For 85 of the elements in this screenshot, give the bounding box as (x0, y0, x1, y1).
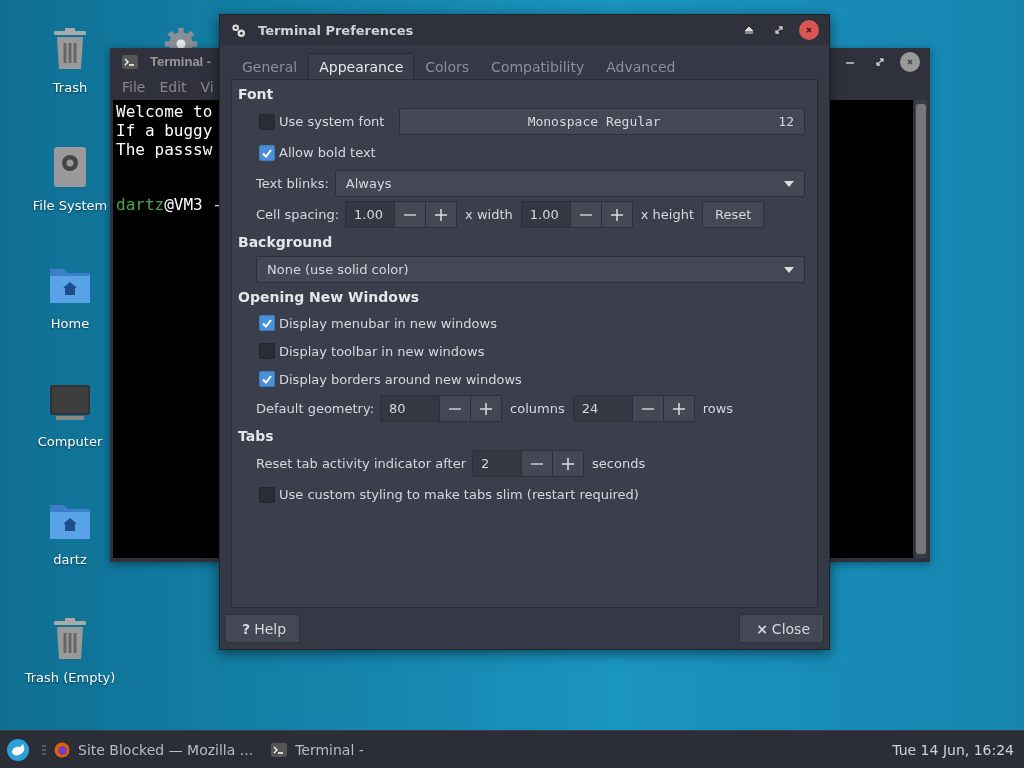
field-label: Cell spacing: (256, 207, 340, 222)
spin-button[interactable]: 80 (380, 395, 503, 422)
checkbox[interactable] (259, 315, 275, 331)
terminal-line: If a buggy (116, 121, 213, 140)
section-heading: Font (238, 85, 275, 104)
unit-label: x width (465, 207, 513, 222)
checkbox[interactable] (259, 486, 275, 503)
spin-button[interactable]: 24 (572, 395, 695, 422)
checkbox-label[interactable]: Allow bold text (279, 145, 376, 160)
spin-button[interactable]: 2 (472, 450, 585, 477)
plus-icon[interactable] (552, 451, 584, 476)
unit-label: seconds (592, 456, 646, 471)
checkbox-label[interactable]: Display borders around new windows (279, 371, 522, 387)
checkbox[interactable] (259, 343, 275, 359)
unit-label: rows (702, 401, 734, 416)
taskbar-button[interactable]: Site Blocked — Mozilla ... (54, 741, 254, 758)
checkbox[interactable] (259, 371, 275, 387)
tab[interactable]: General (231, 53, 309, 79)
menu-item[interactable]: Vi (200, 79, 214, 95)
field-label: Default geometry: (256, 401, 375, 416)
plus-icon[interactable] (662, 396, 694, 421)
reset-button[interactable]: Reset (702, 201, 765, 228)
unit-label: columns (510, 401, 565, 416)
eject-icon (744, 25, 754, 35)
desktop-icon-label[interactable]: dartz (53, 552, 87, 567)
checkbox[interactable] (259, 144, 275, 161)
menu-item[interactable]: Edit (159, 79, 187, 95)
maximize-icon (774, 25, 784, 35)
close-button[interactable] (799, 20, 819, 40)
spin-button[interactable]: 1.00 (520, 201, 633, 228)
terminal-icon (122, 54, 138, 69)
checkbox[interactable] (259, 113, 275, 130)
minus-icon[interactable] (521, 451, 553, 476)
close-button[interactable]: × Close (739, 614, 824, 643)
section-heading: Opening New Windows (238, 288, 421, 307)
tab[interactable]: Compatibility (480, 53, 596, 79)
tab[interactable]: Advanced (595, 53, 687, 79)
browser-icon (54, 741, 70, 758)
handle-icon (42, 743, 46, 756)
terminal-line: Welcome to (116, 102, 213, 121)
terminal-prompt: dartz@VM3 - (116, 195, 222, 214)
close-icon (804, 25, 814, 35)
help-button[interactable]: ? Help (225, 614, 301, 643)
section-heading: Background (238, 233, 334, 252)
checkbox-label[interactable]: Display toolbar in new windows (279, 343, 485, 359)
field-label: Text blinks: (256, 176, 329, 191)
scrollbar[interactable] (915, 100, 927, 558)
desktop-icon-label[interactable]: Trash (52, 80, 88, 95)
minus-icon[interactable] (631, 396, 663, 421)
tab[interactable]: Appearance (308, 53, 415, 79)
plus-icon[interactable] (425, 202, 457, 227)
checkbox-label[interactable]: Display menubar in new windows (279, 315, 497, 331)
dropdown[interactable]: Always (334, 170, 805, 197)
gears-icon (231, 22, 246, 38)
close-button[interactable] (900, 51, 920, 72)
plus-icon[interactable] (600, 202, 632, 227)
field-label: Reset tab activity indicator after (256, 456, 467, 471)
desktop-icon-label[interactable]: Trash (Empty) (24, 670, 116, 685)
spin-button[interactable]: 1.00 (345, 201, 458, 228)
caret-icon (784, 266, 794, 273)
caret-icon (784, 180, 794, 187)
desktop-icon-label[interactable]: Home (50, 316, 90, 331)
terminal-line: The passsw (116, 140, 213, 159)
desktop-icon-label[interactable]: File System (32, 198, 108, 213)
checkbox-label[interactable]: Use system font (279, 114, 385, 129)
font-button[interactable]: Monospace Regular 12 (399, 108, 805, 135)
unit-label: x height (640, 207, 694, 222)
window-title: Terminal - (150, 54, 212, 69)
checkbox-label[interactable]: Use custom styling to make tabs slim (restart required) (279, 487, 639, 502)
minus-icon[interactable] (394, 202, 426, 227)
terminal-icon (271, 742, 288, 757)
monitor-icon[interactable] (48, 383, 92, 423)
minus-icon[interactable] (569, 202, 601, 227)
window-title: Terminal Preferences (258, 22, 415, 38)
desktop-icon-label[interactable]: Computer (37, 434, 103, 449)
clock[interactable]: Tue 14 Jun, 16:24 (892, 741, 1014, 758)
menu-item[interactable]: File (122, 79, 146, 95)
minus-icon[interactable] (439, 396, 471, 421)
tab[interactable]: Colors (414, 53, 481, 79)
taskbar-button[interactable]: Terminal - (271, 741, 364, 758)
close-icon (905, 56, 915, 67)
section-heading: Tabs (238, 427, 275, 446)
plus-icon[interactable] (470, 396, 502, 421)
maximize-icon (875, 56, 885, 67)
dropdown[interactable]: None (use solid color) (256, 256, 805, 283)
